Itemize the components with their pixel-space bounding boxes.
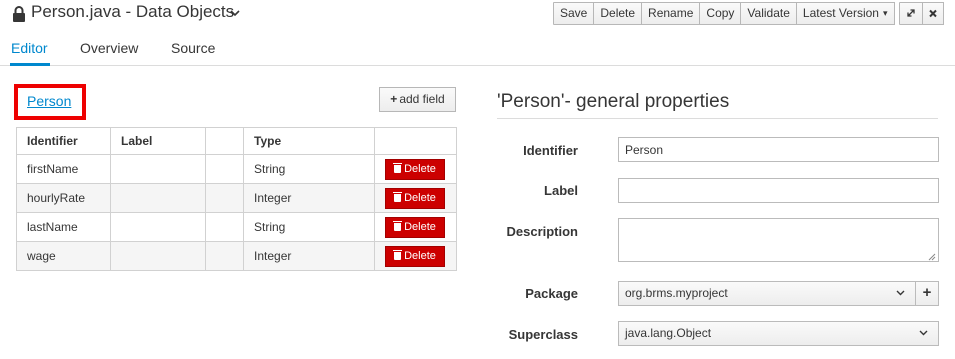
column-header-label[interactable]: Label — [110, 127, 206, 155]
fields-table: Identifier Label Type firstName String D… — [16, 127, 457, 271]
validate-button[interactable]: Validate — [740, 2, 797, 25]
empty-cell — [205, 212, 244, 242]
field-label — [110, 241, 206, 271]
column-header-empty — [205, 127, 244, 155]
tab-editor[interactable]: Editor — [11, 40, 48, 56]
package-select[interactable]: org.brms.myproject — [618, 281, 916, 306]
field-identifier: hourlyRate — [16, 183, 111, 213]
add-package-button[interactable]: + — [915, 281, 939, 306]
latest-version-label: Latest Version — [802, 6, 879, 20]
empty-cell — [205, 241, 244, 271]
delete-label: Delete — [404, 220, 436, 233]
table-header-row: Identifier Label Type — [16, 127, 457, 155]
tab-source[interactable]: Source — [171, 40, 215, 56]
delete-field-button[interactable]: Delete — [385, 187, 445, 209]
label-field[interactable] — [618, 178, 939, 203]
description-field[interactable] — [618, 218, 939, 262]
field-label — [110, 154, 206, 184]
trash-icon — [393, 191, 403, 202]
package-value: org.brms.myproject — [625, 286, 728, 300]
active-tab-indicator — [10, 63, 50, 66]
expand-button[interactable] — [899, 2, 923, 25]
field-type: Integer — [243, 241, 375, 271]
actions-cell: Delete — [374, 183, 457, 213]
object-name-link[interactable]: Person — [27, 93, 71, 109]
properties-title: 'Person'- general properties — [497, 91, 730, 112]
actions-cell: Delete — [374, 154, 457, 184]
trash-icon — [393, 249, 403, 260]
latest-version-dropdown[interactable]: Latest Version ▾ — [795, 2, 895, 25]
column-header-identifier[interactable]: Identifier — [16, 127, 111, 155]
table-row[interactable]: lastName String Delete — [16, 212, 457, 242]
tab-overview[interactable]: Overview — [80, 40, 138, 56]
add-field-label: add field — [399, 92, 445, 106]
trash-icon — [393, 162, 403, 173]
delete-button[interactable]: Delete — [593, 2, 643, 25]
delete-label: Delete — [404, 249, 436, 262]
copy-button[interactable]: Copy — [699, 2, 742, 25]
window-controls — [899, 2, 944, 25]
delete-label: Delete — [404, 162, 436, 175]
description-label: Description — [506, 224, 578, 239]
chevron-down-icon — [896, 290, 905, 296]
column-header-type[interactable]: Type — [243, 127, 375, 155]
empty-cell — [205, 154, 244, 184]
lock-icon — [13, 6, 25, 22]
table-row[interactable]: hourlyRate Integer Delete — [16, 183, 457, 213]
chevron-down-icon[interactable] — [229, 8, 241, 18]
add-field-button[interactable]: + add field — [379, 87, 456, 112]
plus-icon: + — [390, 92, 398, 106]
field-identifier: lastName — [16, 212, 111, 242]
field-type: String — [243, 154, 375, 184]
caret-down-icon: ▾ — [882, 8, 888, 18]
superclass-label: Superclass — [508, 327, 578, 342]
label-label: Label — [544, 183, 578, 198]
rename-button[interactable]: Rename — [641, 2, 701, 25]
close-icon — [929, 9, 937, 18]
save-button[interactable]: Save — [553, 2, 595, 25]
superclass-select[interactable]: java.lang.Object — [618, 321, 939, 346]
trash-icon — [393, 220, 403, 231]
resize-grip-icon[interactable] — [928, 253, 936, 261]
superclass-value: java.lang.Object — [625, 326, 712, 340]
column-header-actions — [374, 127, 457, 155]
chevron-down-icon — [919, 330, 928, 336]
close-button[interactable] — [922, 2, 944, 25]
page-title[interactable]: Person.java - Data Objects — [31, 2, 234, 22]
package-label: Package — [525, 286, 578, 301]
field-label — [110, 212, 206, 242]
table-row[interactable]: wage Integer Delete — [16, 241, 457, 271]
editor-tabs: Editor Overview Source — [0, 36, 955, 66]
identifier-label: Identifier — [523, 143, 578, 158]
editor-header: Person.java - Data Objects Save Delete R… — [0, 0, 955, 28]
actions-cell: Delete — [374, 212, 457, 242]
expand-icon — [907, 9, 915, 17]
actions-cell: Delete — [374, 241, 457, 271]
identifier-field[interactable] — [618, 137, 939, 162]
empty-cell — [205, 183, 244, 213]
table-row[interactable]: firstName String Delete — [16, 154, 457, 184]
field-identifier: wage — [16, 241, 111, 271]
field-type: Integer — [243, 183, 375, 213]
delete-label: Delete — [404, 191, 436, 204]
divider — [497, 118, 938, 119]
delete-field-button[interactable]: Delete — [385, 158, 445, 180]
field-label — [110, 183, 206, 213]
plus-icon: + — [922, 284, 932, 301]
delete-field-button[interactable]: Delete — [385, 216, 445, 238]
field-identifier: firstName — [16, 154, 111, 184]
field-type: String — [243, 212, 375, 242]
toolbar-actions: Save Delete Rename Copy Validate Latest … — [553, 2, 895, 25]
delete-field-button[interactable]: Delete — [385, 245, 445, 267]
